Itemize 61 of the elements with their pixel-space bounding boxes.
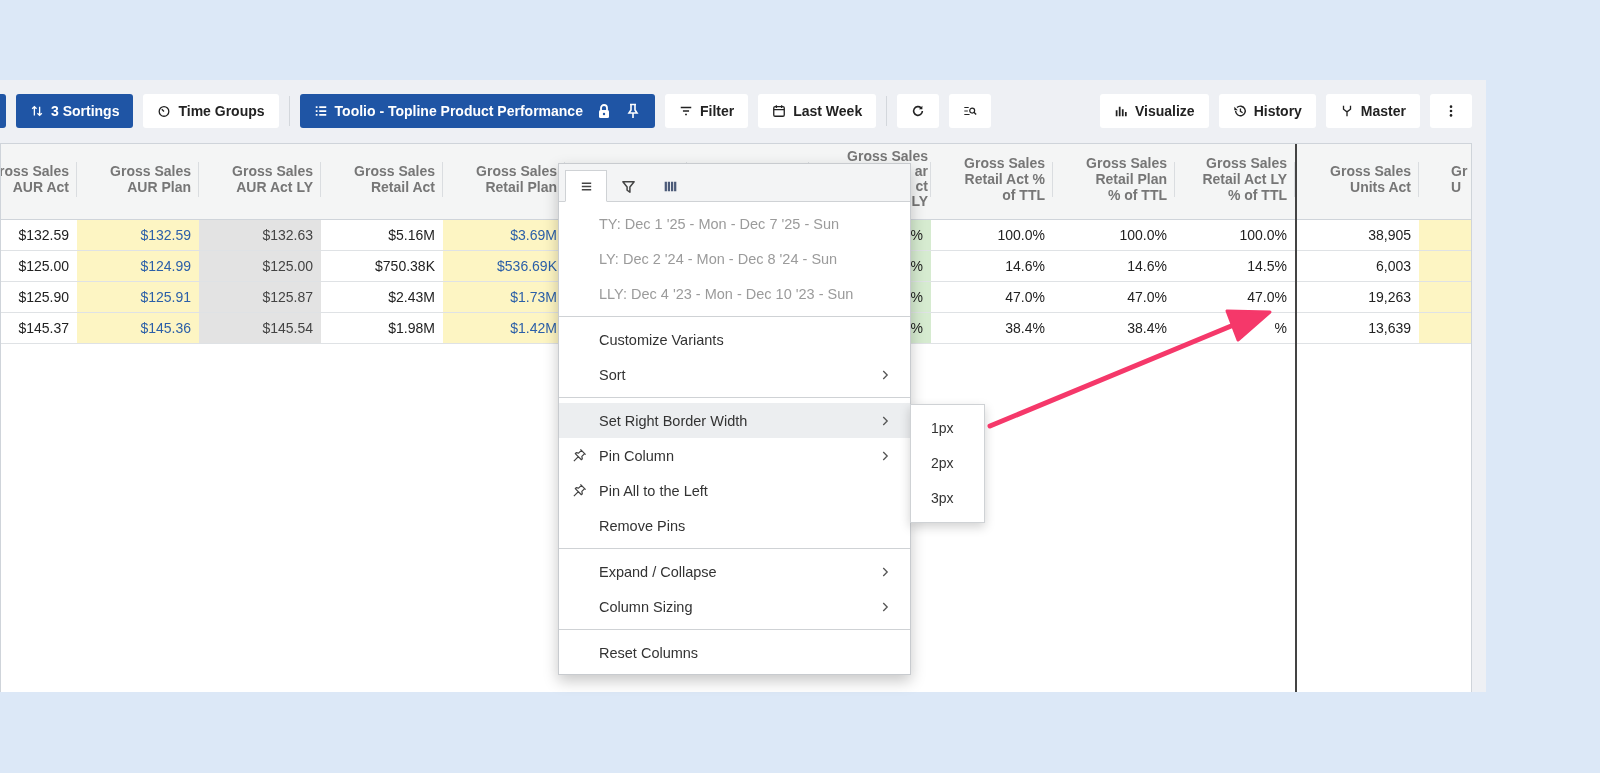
column-header[interactable]: Gross Sales Retail Act % of TTL xyxy=(931,144,1053,220)
date-range-button[interactable]: Last Week xyxy=(758,94,877,128)
column-header[interactable]: Gr U xyxy=(1419,144,1471,220)
table-cell: $132.63 xyxy=(199,220,321,251)
menu-item[interactable]: Set Right Border Width xyxy=(559,403,910,438)
table-cell: 14.6% xyxy=(1053,251,1175,282)
menu-item[interactable]: Column Sizing xyxy=(559,589,910,624)
menu-tab[interactable] xyxy=(565,170,607,202)
history-icon xyxy=(1232,104,1247,118)
menu-item[interactable]: Expand / Collapse xyxy=(559,554,910,589)
table-cell: $132.59 xyxy=(77,220,199,251)
menu-item[interactable]: 2px xyxy=(911,446,984,481)
column-header[interactable]: Gross Sales AUR Act LY xyxy=(199,144,321,220)
filter-icon xyxy=(678,104,693,118)
pin-icon xyxy=(571,448,587,463)
refresh-icon xyxy=(911,104,926,118)
table-cell: 47.0% xyxy=(1053,282,1175,313)
table-cell: $125.00 xyxy=(199,251,321,282)
column-header[interactable]: Gross Sales Retail Act xyxy=(321,144,443,220)
table-cell: 14.6% xyxy=(931,251,1053,282)
table-cell: $145.54 xyxy=(199,313,321,344)
table-cell: 38.4% xyxy=(931,313,1053,344)
table-cell: $125.91 xyxy=(77,282,199,313)
visualize-button[interactable]: Visualize xyxy=(1099,94,1209,128)
column-header[interactable]: Gross Sales Retail Plan xyxy=(443,144,565,220)
menu-item[interactable]: 1px xyxy=(911,411,984,446)
search-list-icon xyxy=(963,104,978,118)
menu-item[interactable]: 3px xyxy=(911,481,984,516)
find-button[interactable] xyxy=(949,94,992,128)
pin-icon xyxy=(571,483,587,498)
column-header[interactable]: Gross Sales Retail Plan % of TTL xyxy=(1053,144,1175,220)
menu-item[interactable]: Pin All to the Left xyxy=(559,473,910,508)
timer-icon xyxy=(157,104,172,118)
menu-item[interactable]: Reset Columns xyxy=(559,635,910,670)
table-cell: $125.87 xyxy=(199,282,321,313)
calendar-icon xyxy=(772,104,787,118)
table-cell: 38.4% xyxy=(1053,313,1175,344)
sortings-button[interactable]: 3 Sortings xyxy=(16,94,134,128)
table-cell: 14.5% xyxy=(1175,251,1295,282)
menu-item[interactable]: Sort xyxy=(559,357,910,392)
table-cell: $124.99 xyxy=(77,251,199,282)
filter-icon xyxy=(620,178,636,194)
arrows-icon xyxy=(30,104,44,118)
menu-item[interactable]: Pin Column xyxy=(559,438,910,473)
table-cell: 100.0% xyxy=(1053,220,1175,251)
column-header[interactable]: Gross Sales Retail Act LY % of TTL xyxy=(1175,144,1295,220)
table-cell: 100.0% xyxy=(931,220,1053,251)
filter-button[interactable]: Filter xyxy=(664,94,749,128)
table-cell: $145.36 xyxy=(77,313,199,344)
list-icon xyxy=(313,104,328,118)
table-cell: 47.0% xyxy=(931,282,1053,313)
table-cell: 100.0% xyxy=(1175,220,1295,251)
history-button[interactable]: History xyxy=(1218,94,1316,128)
branch-button[interactable]: Master xyxy=(1325,94,1420,128)
view-selector-button[interactable]: Toolio - Topline Product Performance xyxy=(299,94,655,128)
time-groups-button[interactable]: Time Groups xyxy=(143,94,279,128)
column-header[interactable]: Gross Sales AUR Plan xyxy=(77,144,199,220)
bar-chart-icon xyxy=(1113,104,1128,118)
column-header[interactable]: Gross Sales Units Act xyxy=(1297,144,1419,220)
refresh-button[interactable] xyxy=(897,94,940,128)
menu-item[interactable]: Remove Pins xyxy=(559,508,910,543)
